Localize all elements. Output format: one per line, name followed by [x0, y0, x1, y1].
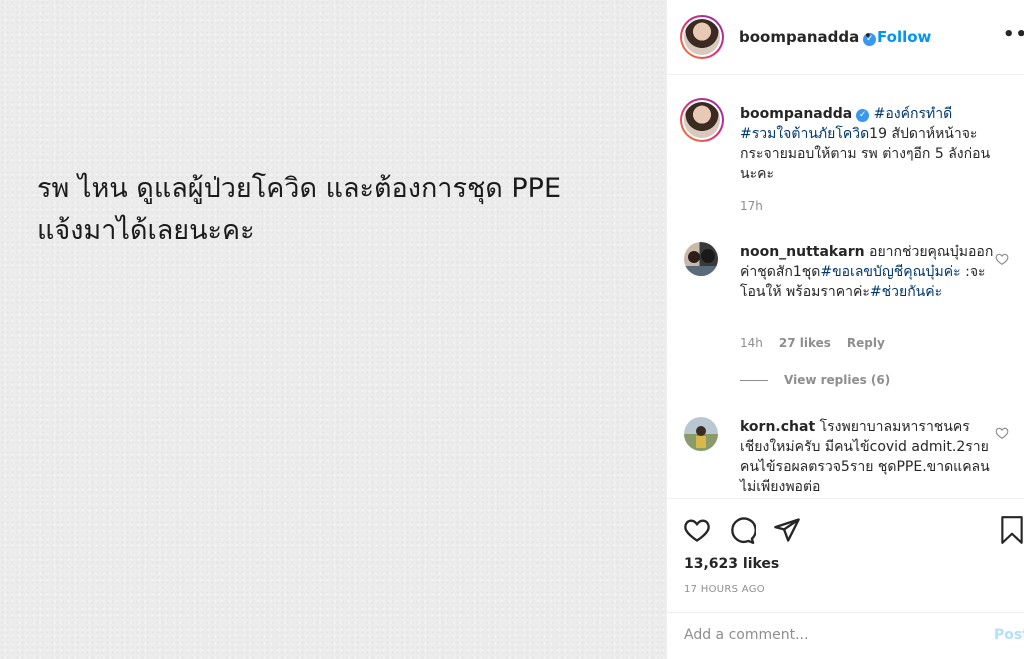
side-panel: boompanadda✓ • Follow ••• boompanadda✓ #…	[666, 0, 1024, 659]
hashtag-link[interactable]: #องค์กรทำดี	[874, 106, 953, 122]
share-paper-plane-icon[interactable]	[773, 516, 801, 544]
post-header: boompanadda✓ • Follow •••	[667, 0, 1024, 75]
post-timestamp[interactable]: 17 HOURS AGO	[684, 584, 765, 595]
comment-username[interactable]: noon_nuttakarn	[740, 244, 865, 260]
comment-text: korn.chat โรงพยาบาลมหาราชนครเชียงใหม่ครั…	[740, 419, 990, 495]
verified-badge-icon: ✓	[856, 109, 870, 122]
comment-time[interactable]: 14h	[740, 336, 763, 350]
comments-list[interactable]: boompanadda ✓ #องค์กรทำดี #รวมใจต้านภัยโค…	[667, 76, 1024, 498]
comment-like-heart-icon[interactable]	[995, 252, 1009, 266]
caption-username[interactable]: boompanadda ✓	[740, 106, 870, 122]
comment-text: noon_nuttakarn อยากช่วยคุณบุ๋มออกค่าชุดส…	[740, 244, 994, 300]
caption-avatar[interactable]	[680, 98, 724, 142]
comment-likes[interactable]: 27 likes	[779, 336, 831, 350]
post-image-line-2: แจ้งมาได้เลยนะคะ	[37, 215, 255, 246]
add-comment-input[interactable]: Add a comment...	[684, 627, 964, 643]
post-image-text: รพ ไหน ดูแลผู้ป่วยโควิด และต้องการชุด PP…	[37, 168, 647, 252]
separator-dot: •	[864, 29, 872, 44]
author-username[interactable]: boompanadda ✓	[739, 28, 877, 46]
post-actions: 13,623 likes 17 HOURS AGO	[667, 498, 1024, 608]
caption-time[interactable]: 17h	[740, 199, 763, 213]
commenter-avatar[interactable]	[684, 417, 718, 451]
post-comment-button[interactable]: Post	[994, 627, 1024, 643]
follow-button[interactable]: Follow	[877, 28, 931, 46]
author-avatar[interactable]	[680, 15, 724, 59]
view-replies-button[interactable]: View replies (6)	[740, 373, 890, 387]
commenter-avatar[interactable]	[684, 242, 718, 276]
hashtag-link[interactable]: #ขอเลขบัญชีคุณบุ๋มค่ะ	[820, 264, 960, 280]
comment-like-heart-icon[interactable]	[995, 426, 1009, 440]
add-comment-bar: Add a comment... Post	[667, 612, 1024, 659]
post-image[interactable]: รพ ไหน ดูแลผู้ป่วยโควิด และต้องการชุด PP…	[0, 0, 666, 659]
comment-bubble-icon[interactable]	[728, 516, 756, 544]
caption-text: boompanadda ✓ #องค์กรทำดี #รวมใจต้านภัยโค…	[740, 106, 991, 182]
save-bookmark-icon[interactable]	[999, 515, 1024, 545]
likes-count[interactable]: 13,623 likes	[684, 556, 779, 572]
comment-meta: 14h 27 likes Reply	[740, 336, 885, 350]
hashtag-link[interactable]: #ช่วยกันค่ะ	[870, 284, 942, 300]
like-heart-icon[interactable]	[683, 516, 711, 544]
more-options-icon[interactable]: •••	[1003, 24, 1024, 45]
post-image-line-1: รพ ไหน ดูแลผู้ป่วยโควิด และต้องการชุด PP…	[37, 173, 562, 204]
hashtag-link[interactable]: #รวมใจต้านภัยโควิด	[740, 126, 869, 142]
comment-username[interactable]: korn.chat	[740, 419, 815, 435]
reply-button[interactable]: Reply	[847, 336, 885, 350]
